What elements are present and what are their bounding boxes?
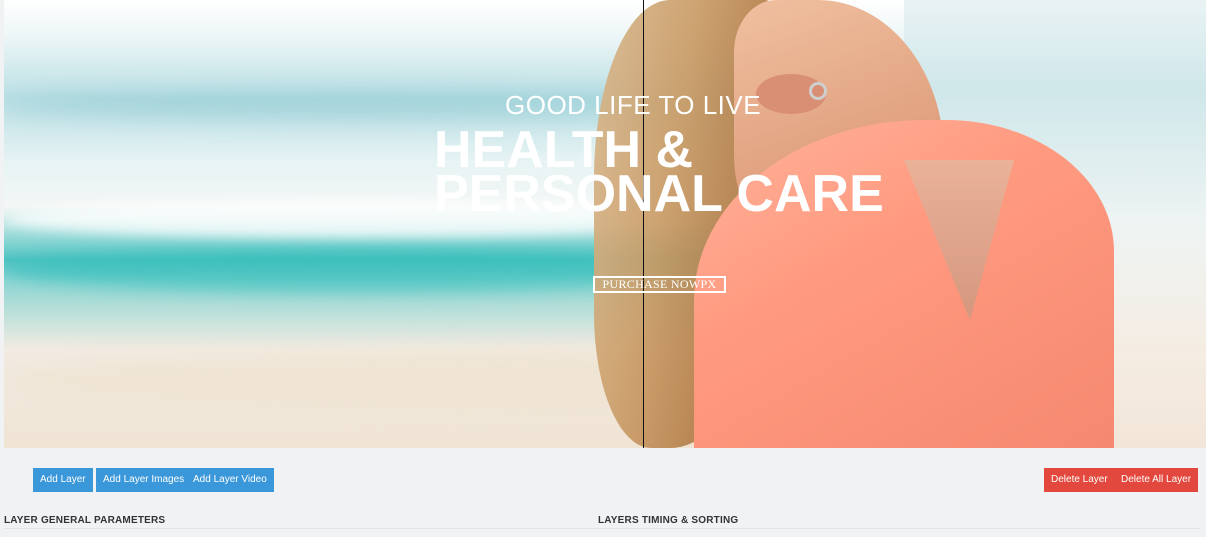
- layer-purchase-button[interactable]: PURCHASE NOWPX: [593, 276, 726, 293]
- section-divider: [4, 528, 1200, 529]
- delete-all-layer-button[interactable]: Delete All Layer: [1114, 468, 1199, 492]
- layers-timing-sorting-heading: LAYERS TIMING & SORTING: [598, 515, 739, 526]
- add-layer-images-button[interactable]: Add Layer Images: [96, 468, 192, 492]
- center-guide-line[interactable]: [643, 0, 644, 448]
- slide-preview-canvas[interactable]: [4, 0, 1206, 448]
- layer-headline-text[interactable]: HEALTH & PERSONAL CARE: [434, 124, 894, 223]
- headline-line-2: PERSONAL CARE: [434, 165, 884, 223]
- layer-subtitle-text[interactable]: GOOD LIFE TO LIVE: [505, 90, 765, 121]
- delete-layer-button[interactable]: Delete Layer: [1044, 468, 1115, 492]
- add-layer-button[interactable]: Add Layer: [33, 468, 93, 492]
- earring: [809, 82, 827, 100]
- add-layer-video-button[interactable]: Add Layer Video: [186, 468, 274, 492]
- layer-general-parameters-heading: LAYER GENERAL PARAMETERS: [4, 515, 166, 526]
